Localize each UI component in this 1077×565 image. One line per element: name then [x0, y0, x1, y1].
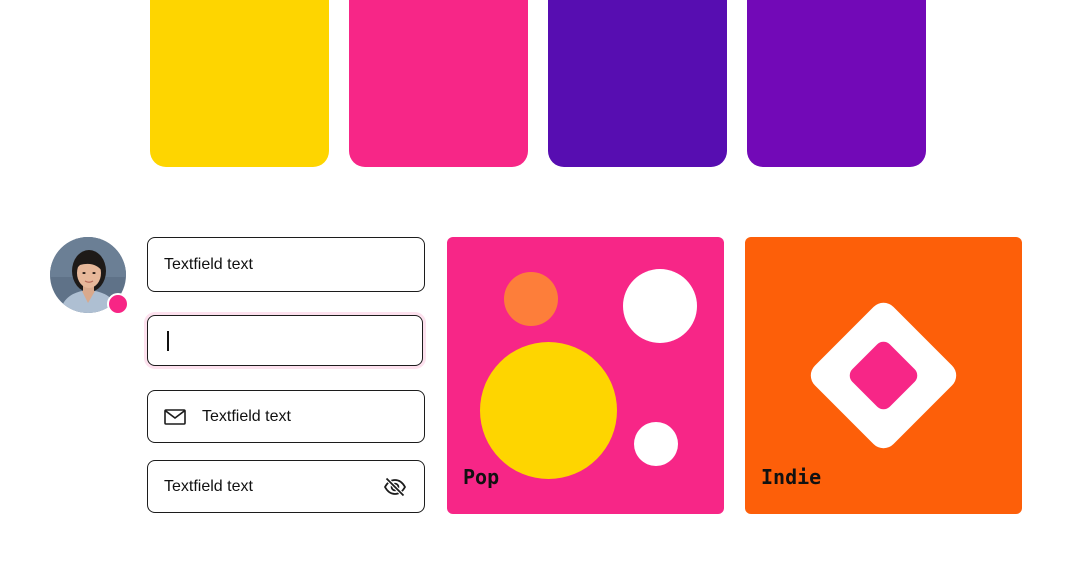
- avatar[interactable]: [50, 237, 129, 315]
- textfield-value: Textfield text: [164, 255, 253, 273]
- white-circle-small: [634, 422, 678, 466]
- card-label-indie: Indie: [761, 465, 822, 489]
- card-label-pop: Pop: [463, 465, 500, 489]
- textfield-password[interactable]: Textfield text: [147, 460, 425, 513]
- mail-icon: [163, 405, 187, 429]
- textfield-default[interactable]: Textfield text: [147, 237, 425, 292]
- genre-card-pop[interactable]: Pop: [447, 237, 724, 514]
- genre-card-indie[interactable]: Indie: [745, 237, 1022, 514]
- text-caret: [167, 330, 169, 351]
- online-status-dot: [107, 293, 129, 315]
- textfield-with-mail-icon[interactable]: Textfield text: [147, 390, 425, 443]
- swatch-purple: [747, 0, 926, 167]
- textfield-value: Textfield text: [164, 477, 253, 495]
- swatch-pink: [349, 0, 528, 167]
- yellow-circle: [480, 342, 617, 479]
- swatch-yellow: [150, 0, 329, 167]
- textfield-value: Textfield text: [202, 407, 291, 425]
- white-circle-large: [623, 269, 697, 343]
- textfield-focused[interactable]: [147, 315, 423, 366]
- swatch-indigo: [548, 0, 727, 167]
- eye-off-icon[interactable]: [383, 475, 407, 499]
- orange-circle: [504, 272, 558, 326]
